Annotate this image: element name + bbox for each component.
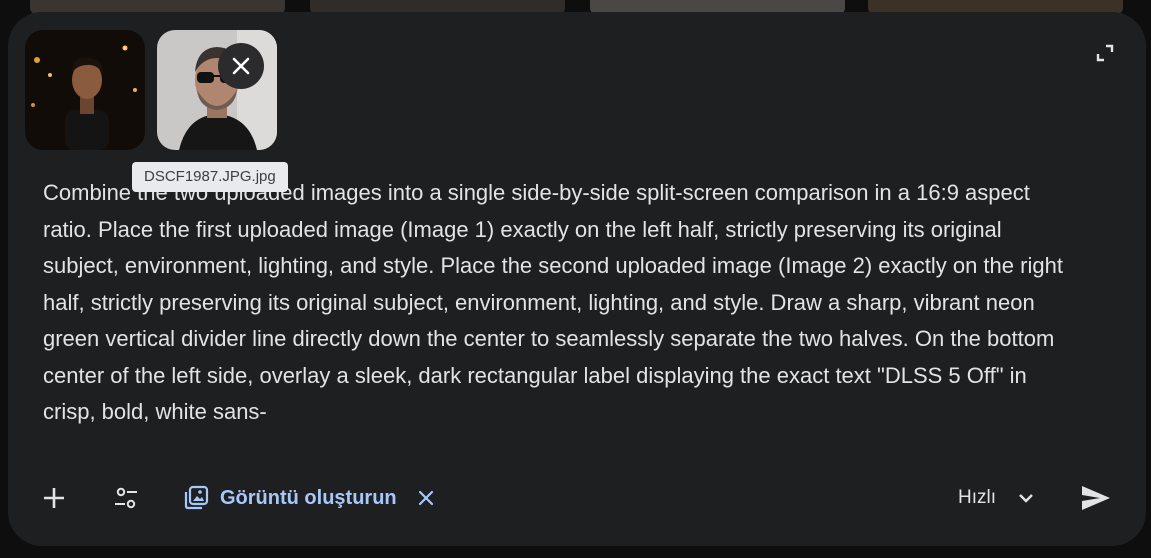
expand-icon: [1096, 44, 1114, 62]
close-icon: [232, 57, 250, 75]
prompt-composer: DSCF1987.JPG.jpg Combine the two uploade…: [8, 12, 1146, 546]
image-generate-icon: [184, 485, 209, 510]
mode-selector-button[interactable]: [1014, 486, 1038, 510]
filename-tooltip: DSCF1987.JPG.jpg: [132, 162, 288, 192]
image-generate-chip[interactable]: [180, 482, 212, 514]
person-photo-icon: [157, 30, 277, 150]
prompt-input[interactable]: Combine the two uploaded images into a s…: [43, 175, 1083, 431]
sliders-icon: [115, 487, 137, 509]
person-photo-icon: [25, 30, 145, 150]
chevron-down-icon: [1019, 494, 1033, 503]
mode-selector-label[interactable]: Hızlı: [958, 485, 996, 511]
plus-icon: [44, 488, 64, 508]
close-icon: [418, 490, 434, 506]
remove-attachment-button[interactable]: [218, 43, 264, 89]
tools-button[interactable]: [110, 482, 142, 514]
image-generate-close-button[interactable]: [414, 486, 438, 510]
add-button[interactable]: [38, 482, 70, 514]
image-generate-label[interactable]: Görüntü oluşturun: [220, 484, 397, 512]
expand-button[interactable]: [1094, 42, 1116, 64]
attachment-thumbnail-1[interactable]: [25, 30, 145, 150]
send-icon: [1082, 486, 1110, 510]
attachment-thumbnail-2[interactable]: [157, 30, 277, 150]
send-button[interactable]: [1078, 480, 1114, 516]
